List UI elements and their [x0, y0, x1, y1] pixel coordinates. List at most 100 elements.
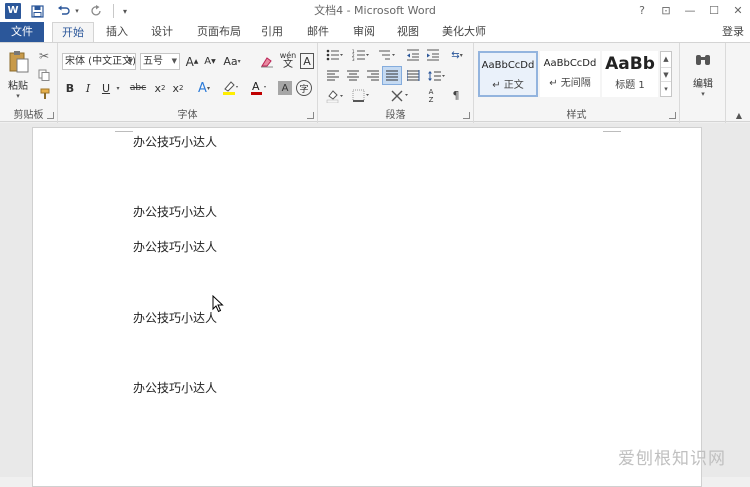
align-center-icon[interactable]	[344, 67, 362, 84]
font-name-dropdown-icon[interactable]: ▼	[128, 54, 133, 69]
font-dialog-launcher-icon[interactable]	[307, 112, 314, 119]
distributed-icon[interactable]	[404, 67, 422, 84]
highlight-icon[interactable]	[220, 79, 242, 97]
document-workspace: 办公技巧小达人 办公技巧小达人 办公技巧小达人 办公技巧小达人 办公技巧小达人 …	[0, 123, 750, 487]
paragraph-1[interactable]: 办公技巧小达人	[133, 133, 217, 150]
tab-home[interactable]: 开始	[52, 22, 94, 43]
styles-dialog-launcher-icon[interactable]	[669, 112, 676, 119]
style-normal[interactable]: AaBbCcDd ↵ 正文	[478, 51, 538, 97]
tab-design[interactable]: 设计	[142, 22, 182, 42]
find-icon[interactable]	[690, 49, 716, 73]
paste-icon[interactable]	[6, 49, 32, 75]
paragraph-5[interactable]: 办公技巧小达人	[133, 379, 217, 396]
cut-icon[interactable]: ✂	[36, 48, 52, 64]
change-case-icon[interactable]: Aa ▾	[222, 53, 242, 70]
phonetic-guide-char: 文	[283, 59, 293, 70]
redo-icon[interactable]	[87, 2, 107, 20]
watermark-text: 爱刨根知识网	[618, 449, 726, 469]
shrink-font-icon[interactable]: A ▼	[202, 53, 218, 70]
ribbon-display-icon[interactable]: ⊡	[654, 1, 678, 21]
paragraph-4[interactable]: 办公技巧小达人	[133, 309, 217, 326]
style-normal-sample: AaBbCcDd	[481, 60, 535, 71]
mouse-pointer-icon	[212, 295, 224, 313]
show-formatting-marks-icon[interactable]: ¶	[448, 87, 464, 104]
tab-view[interactable]: 视图	[390, 22, 426, 42]
paragraph-2[interactable]: 办公技巧小达人	[133, 203, 217, 220]
clear-formatting-icon[interactable]	[258, 53, 276, 70]
document-page[interactable]: 办公技巧小达人 办公技巧小达人 办公技巧小达人 办公技巧小达人 办公技巧小达人	[32, 127, 702, 487]
line-spacing-icon[interactable]	[426, 67, 448, 84]
underline-dropdown-icon[interactable]: ▾	[114, 79, 122, 97]
tab-mailings[interactable]: 邮件	[300, 22, 336, 42]
format-painter-icon[interactable]	[36, 86, 52, 102]
gallery-down-icon[interactable]: ▼	[661, 67, 671, 82]
underline-icon[interactable]: U	[98, 79, 114, 97]
justify-icon[interactable]	[382, 66, 402, 85]
subscript-icon[interactable]: x2	[152, 79, 168, 97]
sort-icon[interactable]: AZ	[422, 87, 440, 104]
save-icon[interactable]	[27, 2, 47, 20]
text-effects-icon[interactable]: A ▾	[194, 79, 214, 97]
shading-icon[interactable]	[324, 87, 346, 104]
close-icon[interactable]: ✕	[726, 1, 750, 21]
tab-insert[interactable]: 插入	[98, 22, 136, 42]
style-heading-1[interactable]: AaBb 标题 1	[602, 51, 658, 97]
chinese-layout-icon[interactable]	[388, 87, 412, 104]
numbering-icon[interactable]: 123	[350, 47, 372, 63]
svg-text:A: A	[252, 80, 260, 93]
editing-button-label[interactable]: 编辑	[684, 75, 722, 90]
paragraph-dialog-launcher-icon[interactable]	[463, 112, 470, 119]
font-color-icon[interactable]: A	[248, 79, 270, 97]
undo-dropdown-icon[interactable]: ▾	[73, 2, 81, 20]
grow-font-icon[interactable]: A ▲	[184, 53, 200, 70]
font-size-combo[interactable]: 五号 ▼	[140, 53, 180, 70]
sign-in-link[interactable]: 登录	[722, 22, 744, 42]
editing-group: 编辑 ▾	[680, 43, 726, 123]
help-icon[interactable]: ?	[630, 1, 654, 21]
qat-separator	[113, 4, 114, 18]
customize-qat-icon[interactable]: ▾	[120, 2, 130, 20]
paste-button-label[interactable]: 粘贴	[4, 77, 32, 92]
italic-icon[interactable]: I	[80, 79, 96, 97]
gallery-more-icon[interactable]: ▾	[661, 82, 671, 97]
paste-dropdown-icon[interactable]: ▾	[10, 91, 26, 101]
styles-group: AaBbCcDd ↵ 正文 AaBbCcDd ↵ 无间隔 AaBb 标题 1 ▲…	[474, 43, 680, 123]
font-name-combo[interactable]: 宋体 (中文正文) ▼	[62, 53, 136, 70]
character-shading-icon[interactable]: A	[278, 81, 292, 95]
align-right-icon[interactable]	[364, 67, 382, 84]
multilevel-list-icon[interactable]	[376, 47, 398, 63]
superscript-icon[interactable]: x2	[170, 79, 186, 97]
character-border-icon[interactable]: A	[300, 53, 314, 69]
undo-icon[interactable]	[53, 2, 73, 20]
tab-file[interactable]: 文件	[0, 22, 44, 42]
bold-icon[interactable]: B	[62, 79, 78, 97]
enclose-characters-icon[interactable]: 字	[296, 80, 312, 96]
paragraph-3[interactable]: 办公技巧小达人	[133, 238, 217, 255]
tab-review[interactable]: 审阅	[346, 22, 382, 42]
phonetic-guide-icon[interactable]: wén 文	[278, 50, 298, 70]
editing-dropdown-icon[interactable]: ▾	[695, 89, 711, 99]
tab-beautify[interactable]: 美化大师	[436, 22, 492, 42]
quick-access-toolbar: W ▾ ▾	[0, 0, 130, 22]
increase-indent-icon[interactable]	[424, 47, 442, 63]
clipboard-group: 粘贴 ▾ ✂ 剪贴板	[0, 43, 58, 123]
styles-gallery-scroll[interactable]: ▲ ▼ ▾	[660, 51, 672, 97]
gallery-up-icon[interactable]: ▲	[661, 52, 671, 67]
style-no-spacing[interactable]: AaBbCcDd ↵ 无间隔	[540, 51, 600, 97]
clipboard-dialog-launcher-icon[interactable]	[47, 112, 54, 119]
bullets-icon[interactable]	[324, 47, 346, 63]
borders-icon[interactable]	[350, 87, 372, 104]
copy-icon[interactable]	[36, 67, 52, 83]
tab-references[interactable]: 引用	[254, 22, 290, 42]
strikethrough-icon[interactable]: abc	[128, 79, 148, 97]
collapse-ribbon-icon[interactable]: ▲	[732, 109, 746, 121]
minimize-icon[interactable]: —	[678, 1, 702, 21]
asian-layout-icon[interactable]: ⇆ ▾	[446, 47, 468, 63]
style-heading-1-sample: AaBb	[605, 54, 655, 74]
decrease-indent-icon[interactable]	[404, 47, 422, 63]
maximize-icon[interactable]: ☐	[702, 1, 726, 21]
tab-layout[interactable]: 页面布局	[190, 22, 248, 42]
font-size-dropdown-icon[interactable]: ▼	[172, 54, 177, 69]
word-app-icon[interactable]: W	[5, 3, 21, 19]
align-left-icon[interactable]	[324, 67, 342, 84]
